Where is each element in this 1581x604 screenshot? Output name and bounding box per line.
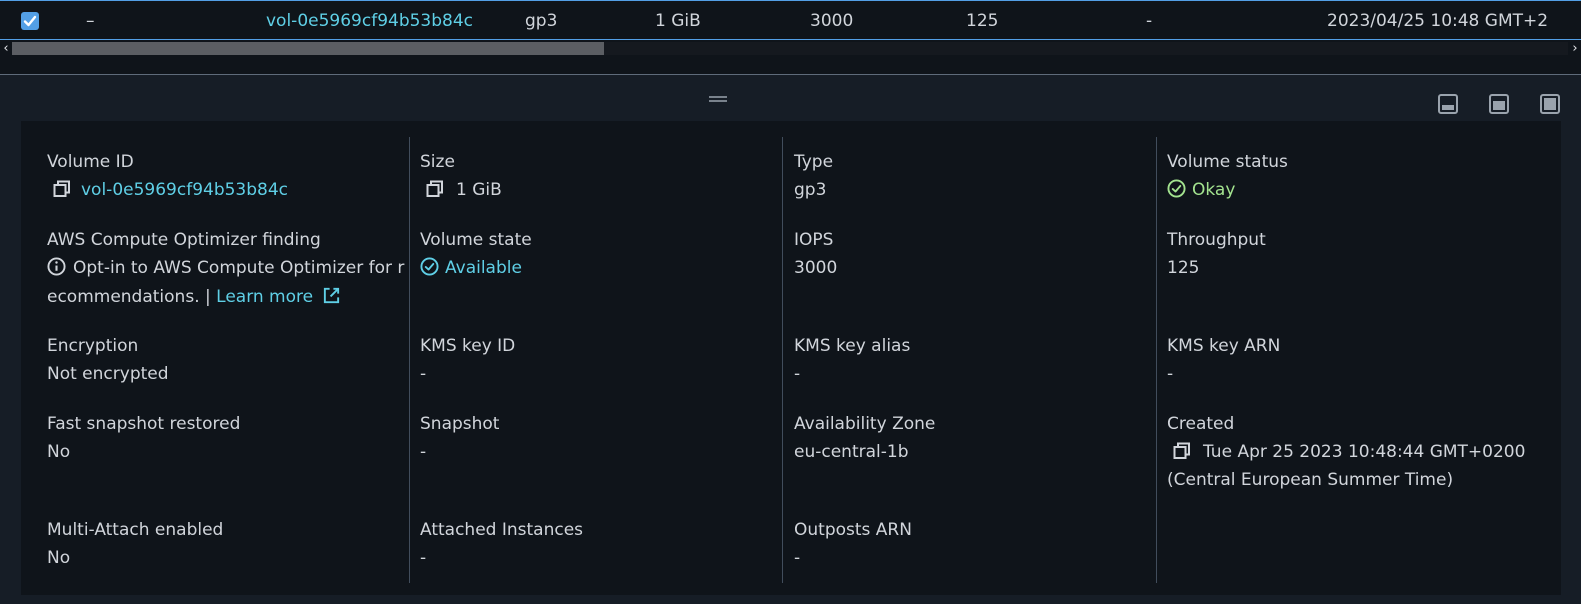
- created-value-line1: Tue Apr 25 2023 10:48:44 GMT+0200: [1167, 438, 1525, 466]
- copy-icon[interactable]: [53, 180, 71, 198]
- type-label: Type: [794, 152, 834, 172]
- compute-optimizer-text-2: ecommendations. |: [47, 287, 211, 307]
- volume-id-label: Volume ID: [47, 152, 134, 172]
- compute-optimizer-line1: Opt-in to AWS Compute Optimizer for r: [47, 254, 404, 282]
- fast-snapshot-label: Fast snapshot restored: [47, 414, 241, 434]
- fast-snapshot-value: No: [47, 442, 71, 462]
- copy-icon[interactable]: [1173, 442, 1191, 460]
- table-row[interactable]: – vol-0e5969cf94b53b84c gp3 1 GiB 3000 1…: [0, 0, 1581, 40]
- outposts-arn-label: Outposts ARN: [794, 520, 912, 540]
- row-iops: 3000: [810, 11, 854, 31]
- type-value: gp3: [794, 180, 827, 200]
- kms-key-arn-value: -: [1167, 364, 1174, 384]
- learn-more-text[interactable]: Learn more: [216, 287, 313, 307]
- kms-key-id-label: KMS key ID: [420, 336, 516, 356]
- row-size: 1 GiB: [655, 11, 701, 31]
- volume-state-value: Available: [420, 254, 522, 282]
- size-text: 1 GiB: [456, 180, 502, 200]
- encryption-value: Not encrypted: [47, 364, 169, 384]
- column-divider: [409, 137, 410, 583]
- volume-status-label: Volume status: [1167, 152, 1288, 172]
- row-created: 2023/04/25 10:48 GMT+2: [1327, 11, 1549, 31]
- volume-state-text: Available: [445, 258, 522, 278]
- throughput-value: 125: [1167, 258, 1200, 278]
- copy-icon[interactable]: [426, 180, 444, 198]
- iops-label: IOPS: [794, 230, 834, 250]
- volume-status-value: Okay: [1167, 176, 1235, 204]
- scroll-track[interactable]: [12, 42, 1568, 55]
- learn-more-link[interactable]: Learn more: [216, 287, 340, 307]
- attached-instances-value: -: [420, 548, 427, 568]
- iops-value: 3000: [794, 258, 838, 278]
- drag-handle-icon[interactable]: [708, 95, 728, 103]
- column-divider: [782, 137, 783, 583]
- scroll-left-arrow[interactable]: ‹: [0, 41, 12, 56]
- encryption-label: Encryption: [47, 336, 139, 356]
- multi-attach-value: No: [47, 548, 71, 568]
- kms-key-arn-label: KMS key ARN: [1167, 336, 1281, 356]
- created-text-1: Tue Apr 25 2023 10:48:44 GMT+0200: [1203, 442, 1526, 462]
- row-throughput: 125: [966, 11, 999, 31]
- multi-attach-label: Multi-Attach enabled: [47, 520, 224, 540]
- scroll-right-arrow[interactable]: ›: [1569, 41, 1581, 56]
- split-panel: Volume ID vol-0e5969cf94b53b84c Size 1 G…: [0, 75, 1581, 604]
- volume-id-link[interactable]: vol-0e5969cf94b53b84c: [81, 180, 288, 200]
- compute-optimizer-label: AWS Compute Optimizer finding: [47, 230, 321, 250]
- status-success-icon: [420, 257, 439, 276]
- availability-zone-label: Availability Zone: [794, 414, 936, 434]
- throughput-label: Throughput: [1167, 230, 1266, 250]
- external-link-icon[interactable]: [322, 286, 341, 305]
- app-root: – vol-0e5969cf94b53b84c gp3 1 GiB 3000 1…: [0, 0, 1581, 604]
- panel-side-icon[interactable]: [1488, 93, 1510, 115]
- volume-state-label: Volume state: [420, 230, 532, 250]
- volume-status-text: Okay: [1192, 180, 1236, 200]
- panel-full-icon[interactable]: [1539, 93, 1561, 115]
- row-type: gp3: [525, 11, 558, 31]
- column-divider: [1156, 137, 1157, 583]
- created-value-line2: (Central European Summer Time): [1167, 470, 1454, 490]
- snapshot-value: -: [420, 442, 427, 462]
- created-label: Created: [1167, 414, 1235, 434]
- kms-key-alias-label: KMS key alias: [794, 336, 911, 356]
- volume-details: Volume ID vol-0e5969cf94b53b84c Size 1 G…: [21, 121, 1561, 595]
- kms-key-alias-value: -: [794, 364, 801, 384]
- scroll-thumb[interactable]: [12, 42, 604, 55]
- snapshot-label: Snapshot: [420, 414, 500, 434]
- size-value: 1 GiB: [420, 176, 502, 204]
- availability-zone-value: eu-central-1b: [794, 442, 909, 462]
- outposts-arn-value: -: [794, 548, 801, 568]
- compute-optimizer-text-1: Opt-in to AWS Compute Optimizer for r: [73, 258, 405, 278]
- row-snapshot: -: [1146, 11, 1153, 31]
- horizontal-scrollbar[interactable]: ‹ ›: [0, 40, 1581, 57]
- row-name: –: [86, 11, 95, 31]
- volume-id-value: vol-0e5969cf94b53b84c: [47, 176, 288, 204]
- row-checkbox[interactable]: [21, 12, 39, 30]
- panel-bottom-icon[interactable]: [1437, 93, 1459, 115]
- attached-instances-label: Attached Instances: [420, 520, 584, 540]
- size-label: Size: [420, 152, 455, 172]
- status-success-icon: [1167, 179, 1186, 198]
- kms-key-id-value: -: [420, 364, 427, 384]
- status-info-icon: [47, 257, 66, 276]
- compute-optimizer-line2: ecommendations. | Learn more: [47, 283, 341, 311]
- checkbox-checked-icon: [23, 15, 37, 27]
- row-volume-id-link[interactable]: vol-0e5969cf94b53b84c: [266, 11, 473, 31]
